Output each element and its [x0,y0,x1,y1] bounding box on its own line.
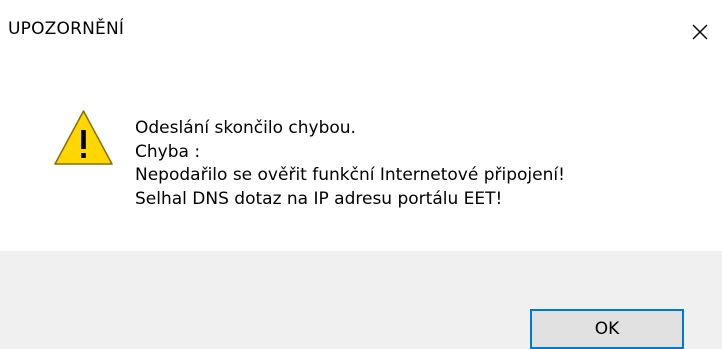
close-button[interactable] [678,6,722,58]
message-text: Odeslání skončilo chybou. Chyba : Nepoda… [135,117,565,211]
warning-icon [54,110,113,165]
message-line: Chyba : [135,141,201,162]
message-line: Odeslání skončilo chybou. [135,118,356,138]
alert-dialog: UPOZORNĚNÍ Odeslání skončilo chybou. Chy… [0,0,722,349]
close-icon [692,24,708,40]
title-bar: UPOZORNĚNÍ [0,0,722,66]
message-line: Selhal DNS dotaz na IP adresu portálu EE… [135,188,503,209]
ok-button[interactable]: OK [530,309,684,349]
dialog-title: UPOZORNĚNÍ [8,19,125,39]
message-line: Nepodařilo se ověřit funkční Internetové… [135,165,565,185]
